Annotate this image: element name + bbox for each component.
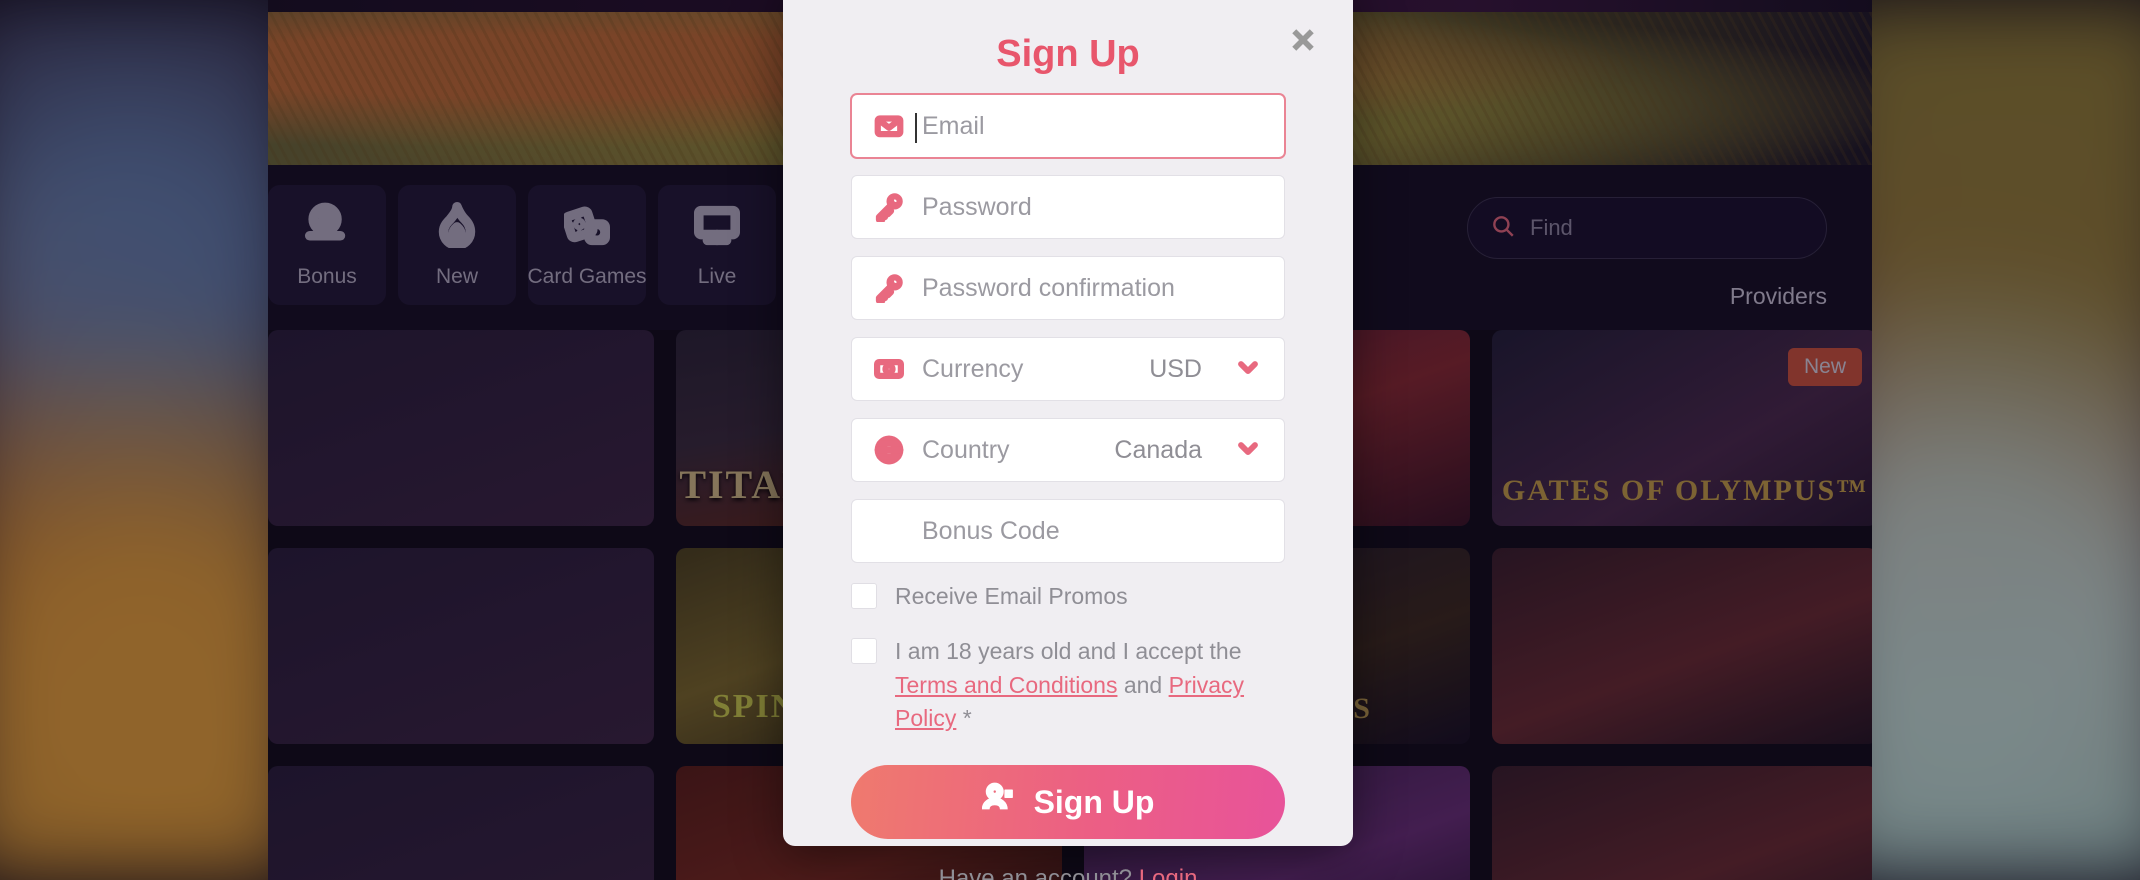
bonus-code-field[interactable]: Bonus Code (851, 499, 1285, 563)
key-icon (874, 192, 904, 222)
game-tile[interactable] (268, 548, 654, 744)
category-list: Bonus New Card Games Live (268, 185, 776, 305)
terms-checkbox[interactable] (851, 638, 877, 665)
terms-suffix: * (956, 705, 972, 732)
country-field[interactable]: Country Canada (851, 418, 1285, 482)
country-placeholder: Country (922, 435, 1010, 464)
terms-checkbox-row[interactable]: I am 18 years old and I accept the Terms… (851, 635, 1285, 735)
nav-category-label: Card Games (527, 264, 647, 288)
email-field[interactable]: Email (851, 94, 1285, 158)
search-icon (1490, 213, 1516, 244)
user-plus-icon (981, 781, 1016, 823)
nav-category-label: Bonus (297, 264, 357, 288)
nav-category-bonus[interactable]: Bonus (268, 185, 386, 305)
close-icon[interactable] (1281, 18, 1325, 62)
game-tile[interactable] (1492, 548, 1872, 744)
signup-form: Email Password Password confirmation Curren… (851, 94, 1285, 563)
key-icon (874, 273, 904, 303)
terms-prefix: I am 18 years old and I accept the (895, 638, 1242, 665)
currency-placeholder: Currency (922, 354, 1024, 383)
search-placeholder: Find (1530, 215, 1573, 240)
login-link[interactable]: Login (1139, 865, 1198, 880)
nav-category-new[interactable]: New (398, 185, 516, 305)
status-badge: New (1787, 348, 1862, 386)
terms-link[interactable]: Terms and Conditions (895, 672, 1117, 698)
envelope-icon (874, 111, 904, 141)
country-selected-value: Canada (1114, 435, 1202, 464)
promos-checkbox-label: Receive Email Promos (895, 583, 1128, 609)
terms-middle: and (1117, 671, 1169, 698)
password-confirmation-placeholder: Password confirmation (922, 273, 1175, 302)
game-tile[interactable] (268, 330, 654, 526)
login-prompt: Have an account? Login (851, 865, 1285, 880)
nav-category-label: New (435, 264, 478, 288)
page-title: Sign Up (996, 33, 1140, 75)
nav-category-label: Live (697, 264, 737, 288)
promos-checkbox-row[interactable]: Receive Email Promos (851, 580, 1285, 613)
search-input[interactable]: Find (1467, 197, 1827, 259)
dice-icon (561, 202, 610, 253)
globe-icon (874, 435, 904, 465)
terms-checkbox-label: I am 18 years old and I accept the Terms… (895, 635, 1285, 735)
password-confirmation-field[interactable]: Password confirmation (851, 256, 1285, 320)
email-placeholder: Email (915, 112, 1262, 143)
promos-checkbox[interactable] (851, 583, 877, 609)
login-prompt-text: Have an account? (938, 865, 1139, 880)
providers-label[interactable]: Providers (1730, 283, 1827, 310)
currency-selected-value: USD (1149, 354, 1202, 383)
signup-submit-label: Sign Up (1033, 783, 1155, 820)
password-placeholder: Password (922, 192, 1032, 221)
game-title: GATES OF OLYMPUS™ (1501, 474, 1869, 507)
flame-icon (434, 201, 480, 253)
app-root: Bonus New Card Games Live Find Providers TI… (0, 0, 2140, 880)
game-tile[interactable]: GATES OF OLYMPUS™ New (1492, 330, 1872, 526)
currency-field[interactable]: Currency USD (851, 337, 1285, 401)
nav-category-live[interactable]: Live (658, 185, 776, 305)
nav-category-card-games[interactable]: Card Games (527, 185, 647, 305)
banknote-icon (874, 354, 904, 384)
coin-icon (304, 202, 350, 253)
modal-header: Sign Up (851, 0, 1314, 94)
chevron-down-icon[interactable] (1234, 353, 1262, 386)
game-tile[interactable] (1492, 766, 1872, 880)
password-field[interactable]: Password (851, 175, 1285, 239)
bonus-code-placeholder: Bonus Code (922, 516, 1060, 545)
signup-submit-button[interactable]: Sign Up (851, 765, 1285, 840)
game-tile[interactable] (268, 766, 654, 880)
signup-modal: Sign Up Email Password Password confirmati… (783, 0, 1353, 880)
blurred-left-backdrop (0, 0, 300, 880)
chevron-down-icon[interactable] (1234, 434, 1262, 467)
monitor-icon (694, 202, 740, 253)
